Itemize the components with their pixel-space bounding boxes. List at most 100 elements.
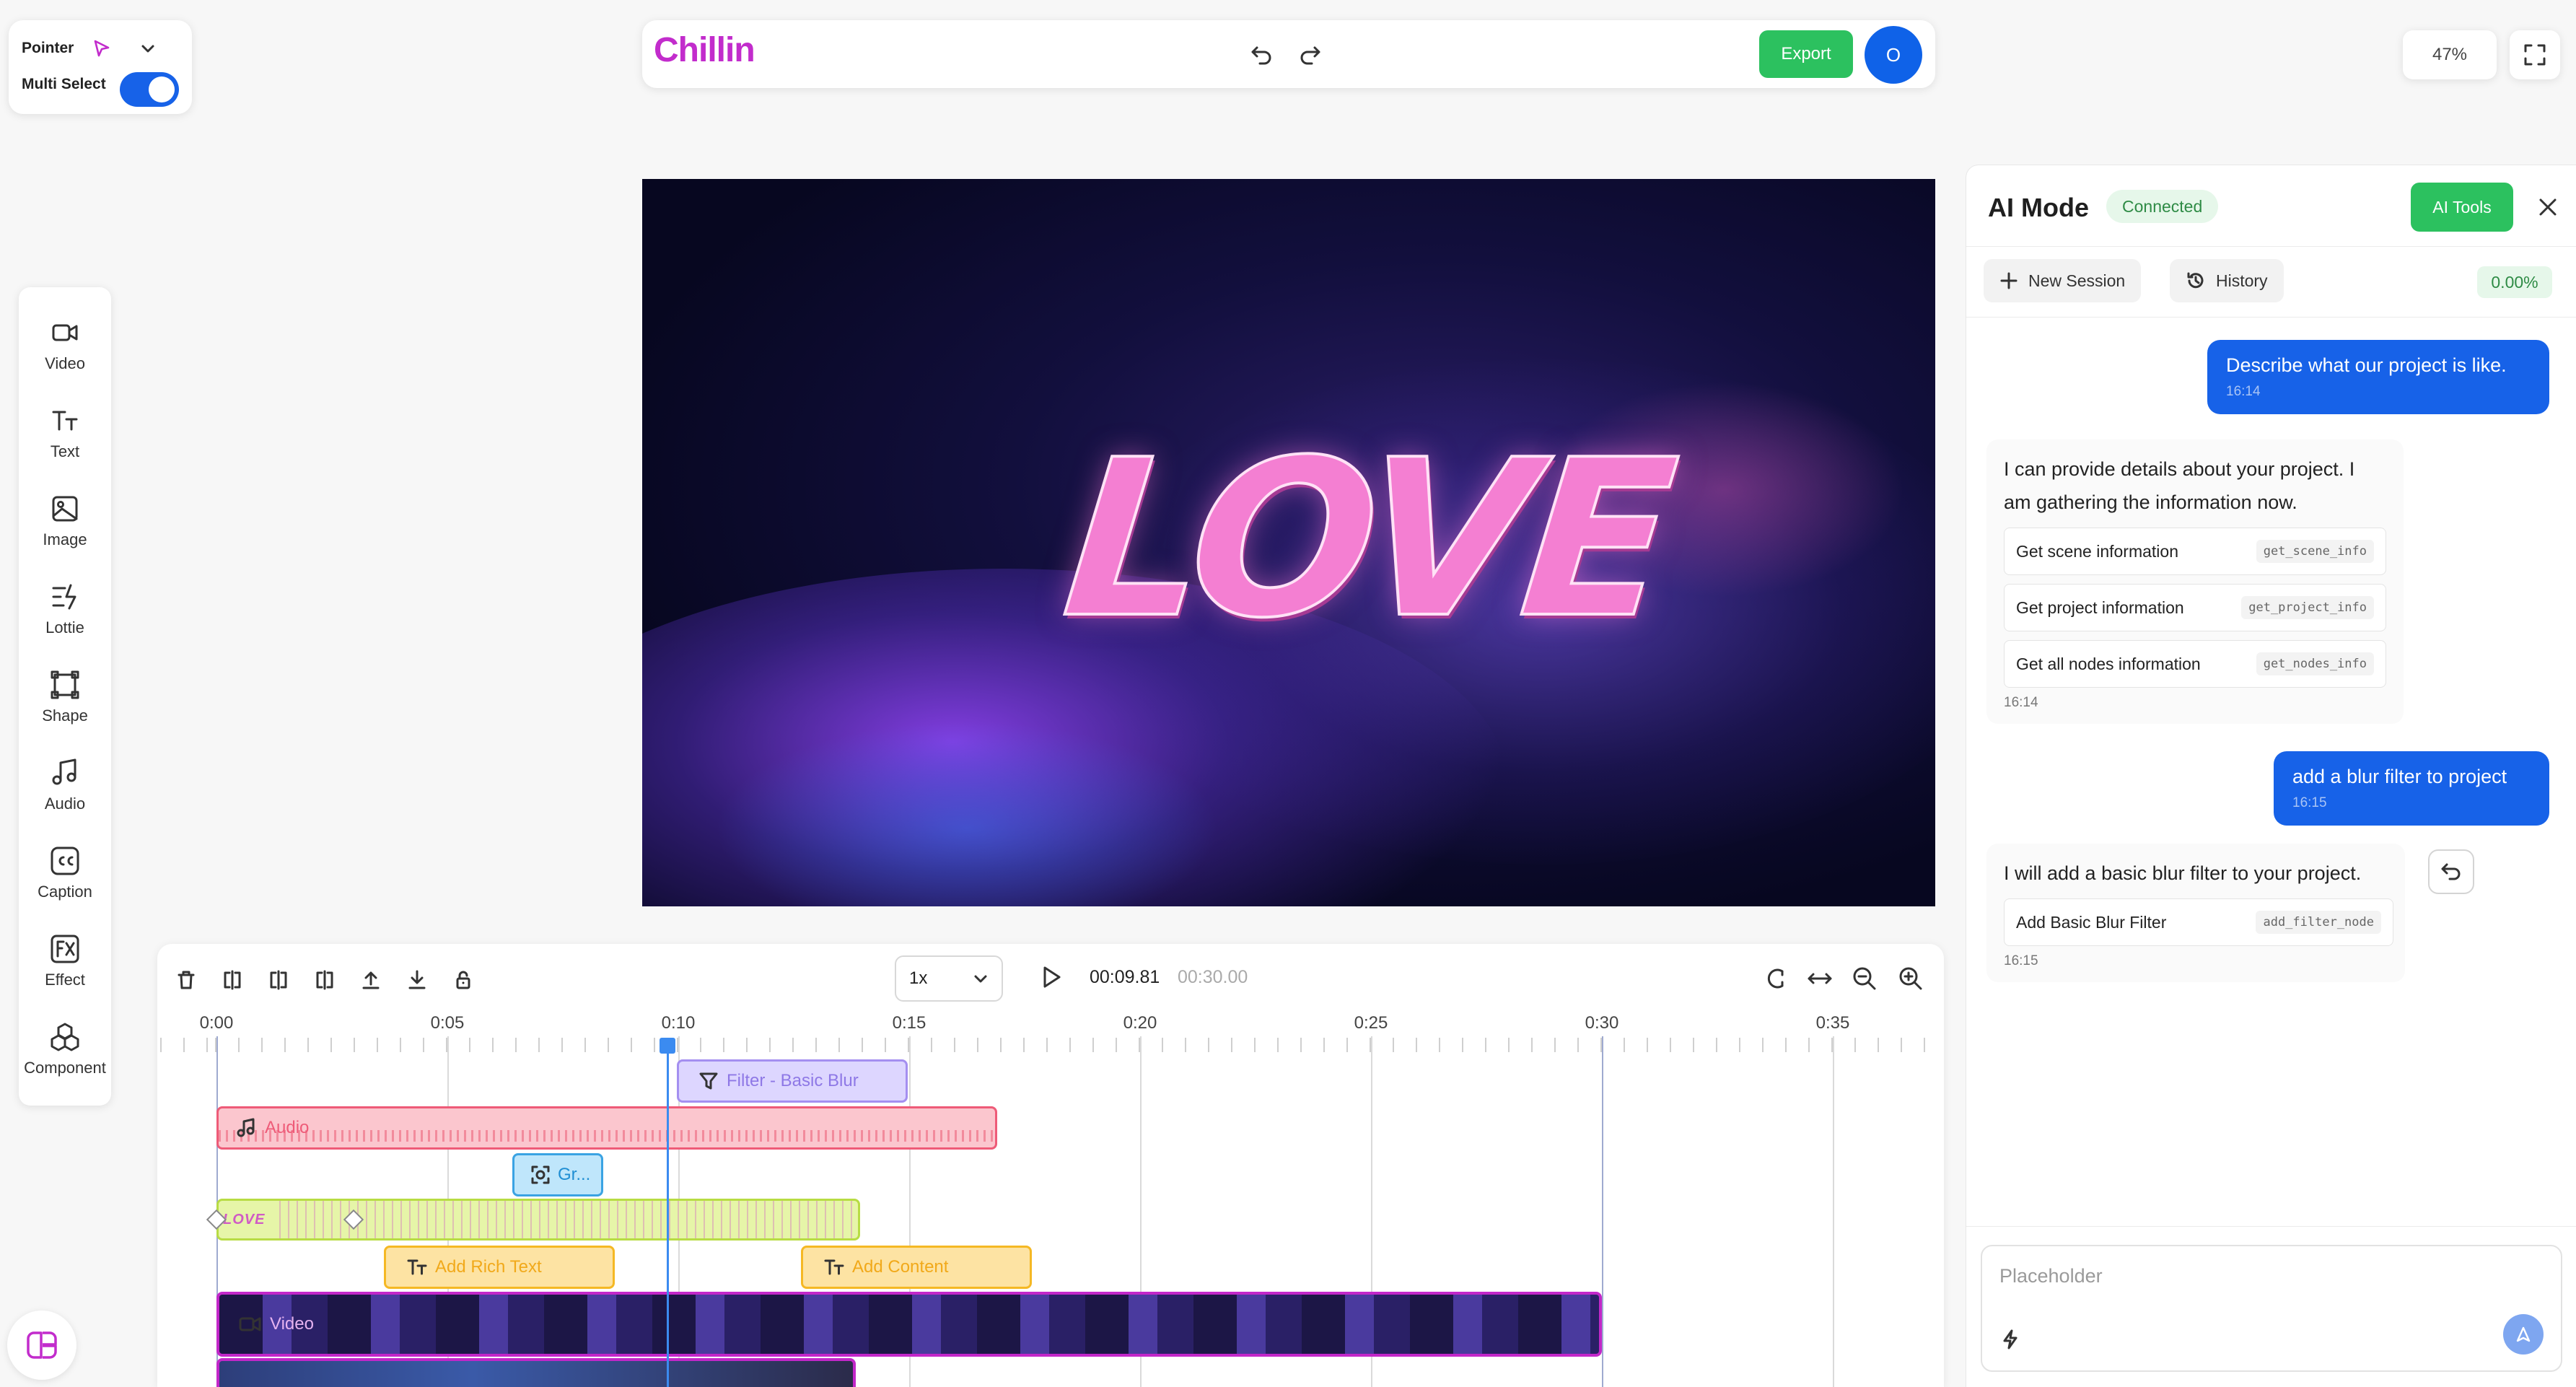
sidebar-item-label: Lottie: [45, 618, 84, 636]
fullscreen-icon: [2523, 43, 2547, 67]
delete-icon[interactable]: [172, 966, 201, 994]
sidebar-item-component[interactable]: Component: [19, 1009, 111, 1090]
playhead-handle[interactable]: [660, 1038, 675, 1054]
chat-input[interactable]: Placeholder: [1981, 1245, 2562, 1372]
video-icon: [49, 317, 81, 349]
clip-label: LOVE: [223, 1211, 266, 1228]
sidebar-item-video[interactable]: Video: [19, 305, 111, 385]
ai-tools-button[interactable]: AI Tools: [2411, 183, 2513, 232]
message-time: 16:15: [2004, 953, 2038, 968]
ai-message: I can provide details about your project…: [1986, 439, 2404, 724]
new-session-button[interactable]: New Session: [1984, 259, 2142, 302]
plus-icon: [1999, 271, 2018, 290]
time-ruler[interactable]: [157, 1038, 1944, 1052]
close-icon[interactable]: [2533, 193, 2562, 222]
chat-input-placeholder: Placeholder: [1999, 1265, 2103, 1287]
message-text: I will add a basic blur filter to your p…: [2004, 862, 2362, 884]
play-button[interactable]: [1036, 963, 1065, 992]
playhead[interactable]: [667, 1039, 669, 1387]
redo-icon[interactable]: [1297, 42, 1323, 68]
tool-call-label: Get scene information: [2016, 541, 2179, 561]
move-up-icon[interactable]: [356, 966, 385, 994]
content-clip[interactable]: Add Content: [801, 1246, 1032, 1289]
multi-select-toggle[interactable]: [120, 72, 179, 107]
filter-clip[interactable]: Filter - Basic Blur: [677, 1059, 908, 1103]
tool-call-label: Add Basic Blur Filter: [2016, 912, 2167, 932]
history-button[interactable]: History: [2170, 259, 2284, 302]
component-icon: [49, 1021, 81, 1053]
clip-label: Gr...: [558, 1165, 591, 1184]
tool-call-item[interactable]: Get all nodes information get_nodes_info: [2004, 640, 2386, 688]
text-icon: [823, 1256, 845, 1278]
pointer-card: Pointer Multi Select: [9, 20, 192, 114]
sidebar-item-caption[interactable]: Caption: [19, 833, 111, 914]
zoom-out-icon[interactable]: [1850, 964, 1879, 993]
move-down-icon[interactable]: [403, 966, 431, 994]
video-clip-secondary[interactable]: [216, 1358, 856, 1387]
sidebar-item-label: Audio: [44, 795, 86, 813]
undo-action-button[interactable]: [2428, 849, 2474, 894]
sidebar-item-lottie[interactable]: Lottie: [19, 569, 111, 649]
connection-status-badge: Connected: [2106, 190, 2219, 223]
fx-icon: [49, 933, 81, 965]
tool-call-item[interactable]: Add Basic Blur Filter add_filter_node: [2004, 898, 2393, 946]
video-clip[interactable]: Video: [216, 1292, 1602, 1357]
tool-call-code: get_nodes_info: [2256, 652, 2374, 675]
export-button[interactable]: Export: [1759, 30, 1853, 78]
tool-call-item[interactable]: Get scene information get_scene_info: [2004, 528, 2386, 575]
rich-text-clip[interactable]: Add Rich Text: [384, 1246, 615, 1289]
sidebar-item-label: Effect: [45, 971, 85, 989]
new-session-label: New Session: [2028, 271, 2126, 290]
multi-select-label: Multi Select: [22, 76, 106, 92]
fit-width-icon[interactable]: [1805, 964, 1834, 993]
app-logo: Chillin: [654, 31, 755, 69]
undo-icon[interactable]: [1248, 42, 1274, 68]
lottie-icon: [49, 581, 81, 613]
lightning-icon[interactable]: [1999, 1329, 2021, 1350]
zoom-level[interactable]: 47%: [2403, 30, 2497, 79]
clip-label: Add Content: [852, 1257, 949, 1277]
text-clip[interactable]: LOVE: [216, 1199, 860, 1241]
ai-panel-title: AI Mode: [1988, 193, 2089, 222]
split-left-icon[interactable]: [218, 966, 247, 994]
zoom-in-icon[interactable]: [1896, 964, 1925, 993]
message-text: I can provide details about your project…: [2004, 458, 2355, 513]
playback-speed-select[interactable]: 1x: [895, 955, 1003, 1002]
app-logo-mark[interactable]: [7, 1311, 76, 1380]
audio-clip[interactable]: Audio: [216, 1106, 997, 1150]
progress-percentage: 0.00%: [2477, 266, 2552, 298]
split-right-icon[interactable]: [310, 966, 339, 994]
love-text-overlay[interactable]: LOVE: [1053, 412, 1682, 667]
sidebar-item-audio[interactable]: Audio: [19, 745, 111, 826]
shape-icon: [49, 669, 81, 701]
group-clip[interactable]: Gr...: [512, 1153, 603, 1196]
lock-icon[interactable]: [449, 966, 478, 994]
sidebar-item-image[interactable]: Image: [19, 481, 111, 561]
sidebar-item-effect[interactable]: Effect: [19, 921, 111, 1002]
chevron-down-icon[interactable]: [140, 40, 156, 56]
sidebar-item-label: Image: [43, 530, 87, 548]
avatar[interactable]: O: [1865, 26, 1922, 84]
music-icon: [236, 1117, 258, 1139]
user-message: add a blur filter to project 16:15: [2274, 751, 2549, 826]
fullscreen-button[interactable]: [2510, 30, 2560, 79]
sidebar-item-shape[interactable]: Shape: [19, 657, 111, 738]
timeline: 1x 00:09.81 00:30.00 0:00 0:05 0:10 0:15…: [157, 944, 1944, 1387]
chevron-down-icon: [973, 971, 989, 986]
video-preview[interactable]: LOVE: [642, 179, 1935, 906]
image-icon: [49, 493, 81, 525]
magnet-icon[interactable]: [1761, 964, 1789, 993]
undo-icon: [2439, 859, 2463, 884]
top-bar: Chillin Export O: [642, 20, 1935, 88]
cc-icon: [49, 845, 81, 877]
message-time: 16:15: [2292, 795, 2327, 810]
sidebar-item-text[interactable]: Text: [19, 393, 111, 473]
tool-call-item[interactable]: Get project information get_project_info: [2004, 584, 2386, 631]
pointer-tool-select[interactable]: Pointer: [22, 30, 179, 66]
play-icon: [1036, 963, 1065, 992]
speed-value: 1x: [909, 968, 928, 988]
send-button[interactable]: [2503, 1314, 2544, 1355]
brand-icon: [22, 1326, 61, 1365]
split-icon[interactable]: [264, 966, 293, 994]
tick-label: 0:00: [199, 1013, 234, 1033]
